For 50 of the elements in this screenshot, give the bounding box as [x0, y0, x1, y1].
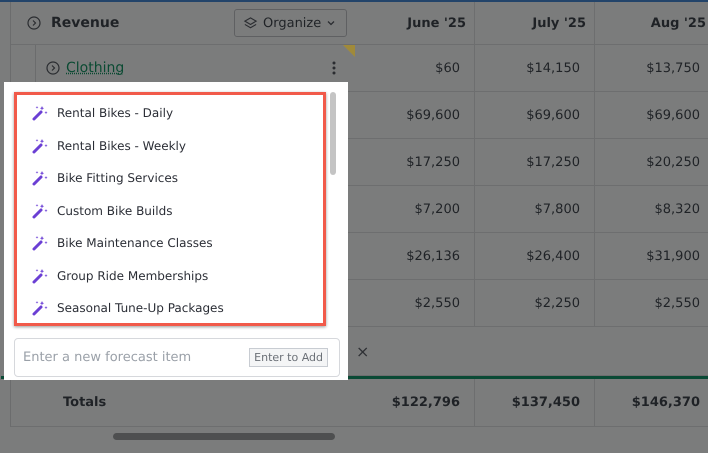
magic-wand-icon	[31, 136, 49, 155]
table-cell: $26,136	[355, 233, 475, 280]
table-cell: $69,600	[355, 92, 475, 139]
table-cell: $20,250	[595, 139, 708, 186]
table-cell: $7,800	[475, 186, 595, 233]
expand-icon[interactable]	[46, 61, 60, 75]
magic-wand-icon	[31, 104, 49, 122]
suggestion-item[interactable]: Bike Fitting Services	[17, 162, 323, 194]
totals-label: Totals	[63, 395, 106, 410]
magic-wand-icon	[31, 202, 49, 220]
layers-icon	[243, 16, 258, 30]
total-cell: $146,370	[595, 379, 708, 427]
suggestion-item[interactable]: Group Ride Memberships	[17, 260, 323, 292]
table-cell: $2,250	[475, 280, 595, 327]
table-cell: $31,900	[595, 233, 708, 280]
suggestion-item[interactable]: Rental Bikes - Daily	[17, 97, 323, 130]
column-header: Aug '25	[595, 2, 708, 45]
section-title: Revenue	[51, 15, 120, 31]
caret-icon	[326, 18, 336, 28]
suggestion-item[interactable]: Rental Bikes - Weekly	[17, 130, 323, 162]
magic-wand-icon	[31, 234, 49, 252]
total-cell: $122,796	[355, 379, 475, 427]
magic-wand-icon	[31, 169, 49, 188]
scrollbar-thumb[interactable]	[113, 432, 335, 440]
column-header: July '25	[475, 2, 595, 45]
suggestion-item[interactable]: Custom Bike Builds	[17, 194, 323, 227]
table-cell: $14,150	[475, 45, 595, 92]
column-header: June '25	[355, 2, 475, 45]
enter-hint: Enter to Add	[249, 348, 328, 367]
table-cell: $69,600	[475, 92, 595, 139]
table-cell: $60	[355, 45, 475, 92]
table-cell: $8,320	[595, 186, 708, 233]
table-cell: $26,400	[475, 233, 595, 280]
table-cell: $2,550	[595, 280, 708, 327]
table-cell: $13,750	[595, 45, 708, 92]
scrollbar-thumb[interactable]	[330, 92, 336, 175]
table-cell: $69,600	[595, 92, 708, 139]
table-cell: $17,250	[475, 139, 595, 186]
organize-button[interactable]: Organize	[234, 9, 347, 37]
magic-wand-icon	[31, 299, 49, 318]
total-cell: $137,450	[475, 379, 595, 427]
magic-wand-icon	[31, 266, 49, 285]
suggestion-item[interactable]: Seasonal Tune-Up Packages	[17, 292, 323, 323]
corner-flag-icon	[343, 45, 355, 57]
more-options-icon[interactable]	[332, 61, 336, 75]
table-cell: $7,200	[355, 186, 475, 233]
suggestion-item[interactable]: Bike Maintenance Classes	[17, 227, 323, 260]
table-cell: $17,250	[355, 139, 475, 186]
table-cell: $2,550	[355, 280, 475, 327]
expand-icon[interactable]	[27, 16, 41, 30]
